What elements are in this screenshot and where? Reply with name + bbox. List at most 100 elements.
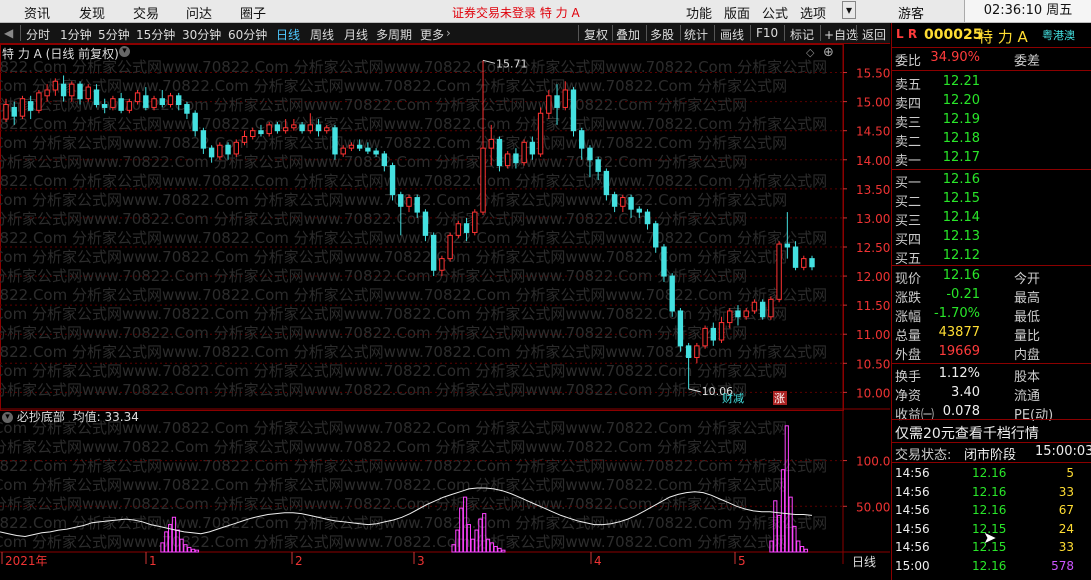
tab-period-1min[interactable]: 1分钟 <box>60 26 92 43</box>
chart-area[interactable]: 0822.Com 分析家公式网www.70822.Com 分析家公式网www.7… <box>0 44 890 580</box>
chart-zoom-icon[interactable]: ⊕ <box>823 45 834 60</box>
btn-mark[interactable]: 标记 <box>790 26 814 43</box>
more-chevron-icon[interactable]: › <box>446 26 451 40</box>
chart-title: 特 力 A (日线 前复权) <box>2 47 119 61</box>
toolbar-divider <box>20 25 21 41</box>
divider <box>892 169 1091 170</box>
bid-price: 12.16 <box>942 172 980 187</box>
candle <box>809 255 815 271</box>
toolbar-divider <box>612 25 613 41</box>
tick-row: 14:56 12.16 5 <box>892 466 1091 484</box>
ask-row[interactable]: 卖三 12.19 <box>892 112 1091 131</box>
candle <box>36 89 42 114</box>
menu-ask[interactable]: 问达 <box>186 3 212 22</box>
tab-period-15min[interactable]: 15分钟 <box>136 26 175 43</box>
tab-period-5min[interactable]: 5分钟 <box>98 26 130 43</box>
stat-value: 19669 <box>938 344 980 359</box>
stat-value: 43877 <box>938 325 980 340</box>
ask-row[interactable]: 卖四 12.20 <box>892 93 1091 112</box>
indicator-bar <box>803 548 809 553</box>
candle <box>669 273 675 317</box>
tick-volume: 578 <box>1051 558 1074 573</box>
btn-add-favorite[interactable]: +自选 <box>824 26 858 43</box>
tick-time: 15:00 <box>895 558 930 573</box>
bid-label: 买四 <box>895 233 922 248</box>
price-tick-label: 13.00 <box>856 212 890 226</box>
watermark-text: 0822.Com 分析家公式网www.70822.Com 分析家公式网www.7… <box>0 77 787 95</box>
candle <box>768 296 774 320</box>
chart-title-dropdown-icon[interactable]: ▾ <box>119 46 130 57</box>
price-axis: 15.50 15.00 14.50 14.00 13.50 13.00 12.50 12.00… <box>843 67 890 400</box>
guest-label[interactable]: 游客 <box>898 3 924 22</box>
menu-layout[interactable]: 版面 <box>724 3 750 22</box>
time-axis-label: 5 <box>738 554 746 568</box>
candle <box>570 87 577 137</box>
stat-label: 净资 <box>895 389 922 404</box>
watermark: 0822.Com 分析家公式网www.70822.Com 分析家公式网www.7… <box>0 58 827 551</box>
divider <box>892 442 1091 443</box>
bid-row[interactable]: 买四 12.13 <box>892 229 1091 248</box>
indicator-name: 必抄底部 <box>16 410 65 424</box>
period-tab-label: 日线 <box>852 555 876 569</box>
tick-time: 14:56 <box>895 503 930 517</box>
menu-options[interactable]: 选项 <box>800 3 826 22</box>
tab-period-30min[interactable]: 30分钟 <box>182 26 221 43</box>
ask-row[interactable]: 卖二 12.18 <box>892 131 1091 150</box>
time-axis: 2021年 1 2 3 4 5 日线 <box>1 552 876 569</box>
ask-row[interactable]: 卖五 12.21 <box>892 74 1091 93</box>
divider <box>892 462 1091 463</box>
indicator-title-row: ▾ 必抄底部 均值: 33.34 <box>2 408 139 425</box>
tab-period-multi[interactable]: 多周期 <box>376 26 412 43</box>
bid-row[interactable]: 买二 12.15 <box>892 191 1091 210</box>
toolbar-divider <box>646 25 647 41</box>
stat-value: 3.40 <box>951 385 980 400</box>
chart-diamond-icon[interactable]: ◇ <box>806 46 814 59</box>
btn-stats[interactable]: 统计 <box>684 26 708 43</box>
bid-row[interactable]: 买一 12.16 <box>892 172 1091 191</box>
bid-label: 买三 <box>895 214 922 229</box>
bid-row[interactable]: 买三 12.14 <box>892 210 1091 229</box>
tab-period-fenshi[interactable]: 分时 <box>26 26 50 43</box>
tab-period-daily[interactable]: 日线 <box>276 26 300 43</box>
bid-price: 12.13 <box>942 229 980 244</box>
menu-trade[interactable]: 交易 <box>133 3 159 22</box>
kline-chart[interactable]: 0822.Com 分析家公式网www.70822.Com 分析家公式网www.7… <box>0 44 890 580</box>
tab-period-monthly[interactable]: 月线 <box>344 26 368 43</box>
btn-adjust[interactable]: 复权 <box>584 26 608 43</box>
candle <box>776 241 782 303</box>
promo-row[interactable]: 仅需20元查看千档行情 <box>892 423 1091 442</box>
btn-multistock[interactable]: 多股 <box>650 26 674 43</box>
toolbar-divider <box>820 25 821 41</box>
btn-overlay[interactable]: 叠加 <box>616 26 640 43</box>
indicator-dropdown-icon[interactable]: ▾ <box>2 412 13 423</box>
minimize-icon[interactable]: ▾ <box>842 1 857 19</box>
candle <box>661 244 667 282</box>
ask-row[interactable]: 卖一 12.17 <box>892 150 1091 169</box>
btn-back[interactable]: 返回 <box>862 26 886 43</box>
stat-value: 0.078 <box>942 404 980 419</box>
menu-function[interactable]: 功能 <box>686 3 712 22</box>
order-diff-label: 委差 <box>1014 54 1041 69</box>
order-ratio-value: 34.90% <box>930 50 980 65</box>
tick-price: 12.16 <box>972 503 1007 517</box>
stat-label-2: 最低 <box>1014 310 1041 325</box>
btn-draw[interactable]: 画线 <box>720 26 744 43</box>
menu-info[interactable]: 资讯 <box>24 3 50 22</box>
tab-period-more[interactable]: 更多 <box>420 26 444 43</box>
btn-f10[interactable]: F10 <box>756 26 778 40</box>
stock-code: 000025 <box>924 27 983 43</box>
menu-formula[interactable]: 公式 <box>762 3 788 22</box>
tab-period-60min[interactable]: 60分钟 <box>228 26 267 43</box>
candle <box>537 107 544 157</box>
menu-circle[interactable]: 圈子 <box>240 3 266 22</box>
login-notice: 证券交易未登录 特 力 A <box>452 6 580 20</box>
tab-period-weekly[interactable]: 周线 <box>310 26 334 43</box>
stat-row: 换手 1.12% 股本 <box>892 366 1091 385</box>
price-tick-label: 15.00 <box>856 96 890 110</box>
stat-label-2: 最高 <box>1014 291 1041 306</box>
promo-text[interactable]: 仅需20元查看千档行情 <box>895 423 1039 443</box>
watermark-text: 0822.Com 分析家公式网www.70822.Com 分析家公式网www.7… <box>0 438 747 456</box>
menu-discover[interactable]: 发现 <box>79 3 105 22</box>
ask-price: 12.17 <box>942 150 980 165</box>
toolbar-left-arrow[interactable]: ◀ <box>4 26 13 40</box>
